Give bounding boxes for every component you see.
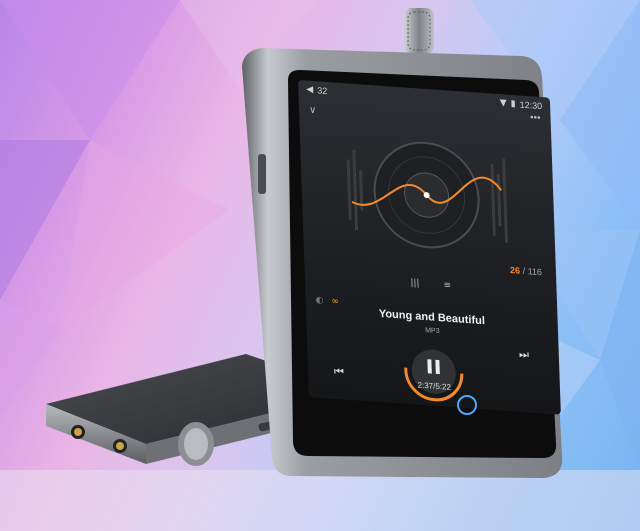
battery-icon: ▮ xyxy=(510,98,516,110)
balanced-jack-icon xyxy=(113,439,127,453)
status-time: 12:30 xyxy=(519,99,543,112)
player-screen: ◀ 32 ▼ ▮ 12:30 ••• ∨ 26 / 116 ||| ≡ ◐ ∞ … xyxy=(298,80,561,415)
previous-track-icon[interactable]: ⏮ xyxy=(334,365,344,380)
next-track-icon[interactable]: ⏭ xyxy=(519,348,529,363)
volume-knob xyxy=(178,422,214,466)
menu-lines-icon[interactable]: ≡ xyxy=(443,280,451,291)
speaker-icon: ◀ xyxy=(306,84,314,96)
home-button-icon[interactable] xyxy=(456,394,478,416)
top-volume-knob xyxy=(404,8,434,54)
volume-level: 32 xyxy=(317,85,328,97)
headphone-jack-icon xyxy=(71,425,85,439)
standing-player: ◀ 32 ▼ ▮ 12:30 ••• ∨ 26 / 116 ||| ≡ ◐ ∞ … xyxy=(222,6,582,486)
album-visualizer xyxy=(339,119,514,271)
more-dots-icon[interactable]: ••• xyxy=(530,112,541,124)
track-counter: 26 / 116 xyxy=(509,264,543,278)
wifi-icon: ▼ xyxy=(499,98,507,109)
chevron-down-icon[interactable]: ∨ xyxy=(309,105,317,117)
playlist-icon[interactable]: ||| xyxy=(410,278,419,289)
